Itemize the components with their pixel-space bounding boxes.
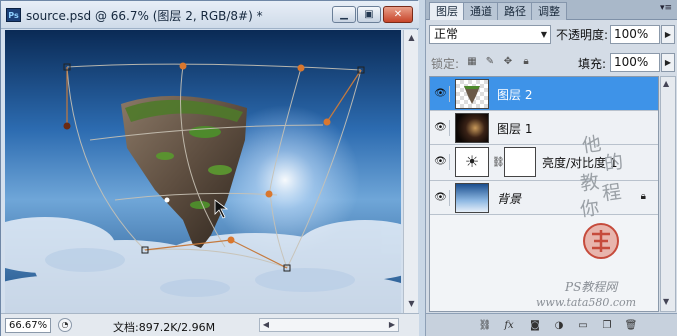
close-button[interactable]: ✕ <box>383 6 413 23</box>
watermark-url: www.tata580.com <box>536 296 637 309</box>
opacity-label: 不透明度: <box>556 28 609 42</box>
panel-tabs: 图层 通道 路径 调整 ▾≡ <box>426 0 677 20</box>
red-seal-stamp <box>583 223 619 259</box>
layers-panel: 图层 通道 路径 调整 ▾≡ 正常 ▼ 不透明度: 100% ▶ 锁定: ▦ ✎… <box>425 0 677 336</box>
blend-mode-value: 正常 <box>434 27 459 41</box>
maximize-icon: ▣ <box>364 9 374 20</box>
watermark-site-name: PS教程网 <box>565 280 618 294</box>
eye-icon[interactable]: 👁︎ <box>432 120 450 136</box>
layer-row[interactable]: 👁︎ 图层 2 <box>430 77 658 111</box>
image-canvas[interactable] <box>5 30 401 313</box>
blend-mode-select[interactable]: 正常 ▼ <box>429 25 551 44</box>
lock-fill-row: 锁定: ▦ ✎ ✥ 🔒︎ 填充: 100% ▶ <box>426 50 677 74</box>
scroll-right-icon[interactable]: ▶ <box>386 319 398 331</box>
layer-row[interactable]: 👁︎ ☀ ⛓ 亮度/对比度 1 <box>430 145 658 181</box>
close-icon: ✕ <box>393 9 403 20</box>
eye-icon[interactable]: 👁︎ <box>432 190 450 206</box>
layer-thumbnail <box>455 183 489 213</box>
layer-name: 图层 1 <box>497 122 533 136</box>
zoom-field[interactable]: 66.67% <box>5 318 51 333</box>
scroll-up-icon[interactable]: ▲ <box>406 32 417 44</box>
chevron-down-icon: ▼ <box>540 30 547 39</box>
lock-all-icon[interactable]: 🔒︎ <box>520 56 532 68</box>
status-info-icon[interactable]: ◔ <box>58 318 72 332</box>
minimize-button[interactable]: ▁ <box>332 6 356 23</box>
layer-row[interactable]: 👁︎ 图层 1 <box>430 111 658 145</box>
fill-field[interactable]: 100% <box>610 53 660 72</box>
scroll-left-icon[interactable]: ◀ <box>260 319 272 331</box>
rock-thumbnail-icon <box>464 86 480 104</box>
tab-channels[interactable]: 通道 <box>463 2 499 20</box>
adjustment-icon[interactable]: ◑ <box>552 319 566 332</box>
layer-name: 图层 2 <box>497 88 533 102</box>
tab-adjustments[interactable]: 调整 <box>531 2 567 20</box>
blend-opacity-row: 正常 ▼ 不透明度: 100% ▶ <box>426 21 677 48</box>
folder-icon[interactable]: ▭ <box>576 319 590 332</box>
scroll-up-icon[interactable]: ▲ <box>663 79 669 88</box>
trash-icon[interactable]: 🗑︎ <box>624 319 638 332</box>
layers-list: 👁︎ 图层 2 👁︎ 图层 1 👁︎ ☀ ⛓ 亮度/对比度 1 👁︎ 背景 🔒︎ <box>429 76 659 312</box>
lock-icon: 🔒︎ <box>640 191 646 202</box>
layer-name: 背景 <box>497 192 522 206</box>
maximize-button[interactable]: ▣ <box>357 6 381 23</box>
new-layer-icon[interactable]: ❐ <box>600 319 614 332</box>
layer-mask-thumbnail[interactable] <box>504 147 536 177</box>
fx-icon[interactable]: fx <box>502 319 516 332</box>
tab-paths[interactable]: 路径 <box>497 2 533 20</box>
document-title: source.psd @ 66.7% (图层 2, RGB/8#) * <box>26 9 263 23</box>
brightness-adjustment-icon: ☀ <box>455 147 489 177</box>
link-icon[interactable]: ⛓ <box>492 157 505 168</box>
watermark-char: 的 <box>602 150 625 176</box>
fill-label: 填充: <box>578 57 607 71</box>
document-title-bar[interactable]: Ps source.psd @ 66.7% (图层 2, RGB/8#) * ▁… <box>1 1 419 29</box>
lock-move-icon[interactable]: ✥ <box>502 56 514 68</box>
canvas-artwork <box>5 30 401 313</box>
minimize-icon: ▁ <box>340 9 348 20</box>
layer-thumbnail <box>455 79 489 109</box>
link-icon[interactable]: ⛓ <box>478 319 492 332</box>
status-bar: 66.67% ◔ 文档:897.2K/2.96M ◀ ▶ <box>1 313 419 336</box>
layers-scrollbar[interactable]: ▲ ▼ <box>660 76 676 312</box>
horizontal-scrollbar[interactable]: ◀ ▶ <box>259 318 399 332</box>
lock-label: 锁定: <box>431 57 460 71</box>
layer-thumbnail <box>455 113 489 143</box>
lock-transparent-icon[interactable]: ▦ <box>466 56 478 68</box>
photoshop-app-icon: Ps <box>6 8 21 22</box>
watermark-char: 他 <box>580 132 603 158</box>
opacity-arrow-icon[interactable]: ▶ <box>661 25 675 44</box>
layer-row[interactable]: 👁︎ 背景 🔒︎ <box>430 181 658 215</box>
fill-arrow-icon[interactable]: ▶ <box>661 53 675 72</box>
vertical-scrollbar[interactable]: ▲ ▼ <box>403 30 418 313</box>
scroll-down-icon[interactable]: ▼ <box>406 298 417 310</box>
eye-icon[interactable]: 👁︎ <box>432 86 450 102</box>
lock-brush-icon[interactable]: ✎ <box>484 56 496 68</box>
watermark-char: 程 <box>600 180 623 206</box>
document-size-info[interactable]: 文档:897.2K/2.96M <box>113 319 215 335</box>
eye-icon[interactable]: 👁︎ <box>432 154 450 170</box>
panel-bottom-toolbar: ⛓ fx ◙ ◑ ▭ ❐ 🗑︎ <box>426 313 677 336</box>
scroll-down-icon[interactable]: ▼ <box>663 297 669 306</box>
mask-icon[interactable]: ◙ <box>528 319 542 332</box>
tab-layers[interactable]: 图层 <box>429 2 465 20</box>
watermark-char: 教 <box>578 170 601 196</box>
watermark-char: 你 <box>578 196 601 222</box>
photoshop-workspace: Ps source.psd @ 66.7% (图层 2, RGB/8#) * ▁… <box>0 0 677 336</box>
opacity-field[interactable]: 100% <box>610 25 660 44</box>
document-window: Ps source.psd @ 66.7% (图层 2, RGB/8#) * ▁… <box>0 0 419 336</box>
panel-menu-icon[interactable]: ▾≡ <box>660 3 672 13</box>
